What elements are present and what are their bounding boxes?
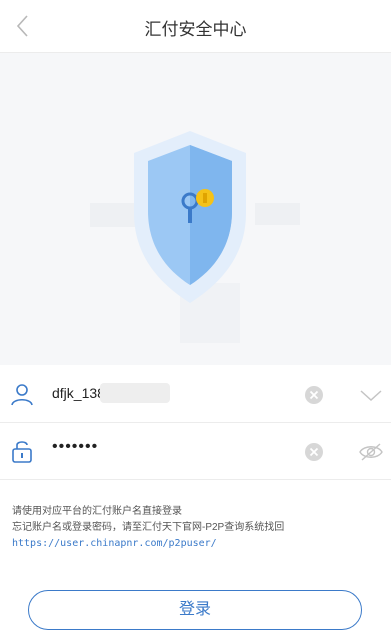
clear-icon[interactable]	[304, 385, 324, 405]
login-form: dfjk_138 •••••••	[0, 366, 391, 480]
username-field[interactable]: dfjk_138	[52, 385, 105, 401]
hint-line-1: 请使用对应平台的汇付账户名直接登录	[12, 506, 182, 517]
redacted-text	[100, 383, 170, 403]
hint-line-2: 忘记账户名或登录密码，请至汇付天下官网-P2P查询系统找回	[12, 522, 285, 533]
login-hint: 请使用对应平台的汇付账户名直接登录 忘记账户名或登录密码，请至汇付天下官网-P2…	[12, 504, 382, 552]
user-icon	[11, 384, 33, 406]
clear-icon[interactable]	[304, 442, 324, 462]
shield-key-icon	[90, 131, 300, 343]
chevron-down-icon[interactable]	[358, 384, 384, 406]
username-row: dfjk_138	[0, 366, 391, 423]
top-bar: 汇付安全中心	[0, 0, 391, 53]
password-field[interactable]: •••••••	[52, 438, 98, 456]
p2p-link[interactable]: https://user.chinapnr.com/p2puser/	[12, 536, 382, 552]
page-title: 汇付安全中心	[144, 20, 247, 39]
password-row: •••••••	[0, 423, 391, 480]
eye-off-icon[interactable]	[358, 441, 384, 463]
lock-icon	[12, 441, 32, 463]
security-hero	[0, 53, 391, 365]
login-button[interactable]: 登录	[28, 590, 362, 630]
